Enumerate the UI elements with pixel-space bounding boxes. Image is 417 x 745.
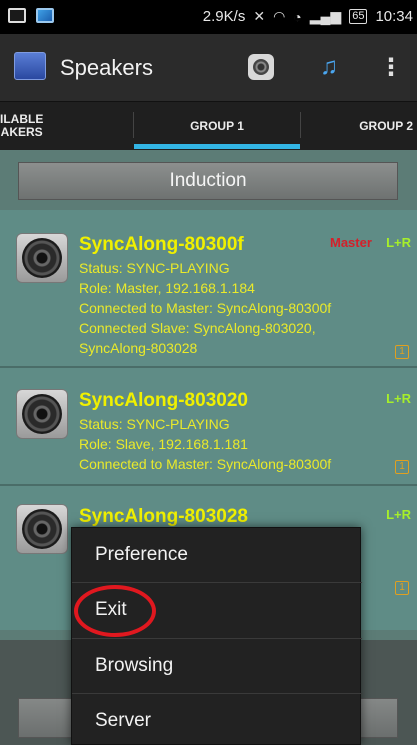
device-status: Status: SYNC-PLAYING — [79, 260, 230, 276]
speaker-device-icon — [16, 233, 68, 283]
tab-label: GROUP 1 — [190, 119, 244, 133]
menu-item-server[interactable]: Server — [72, 694, 362, 745]
device-slaves-cont: SyncAlong-803028 — [79, 340, 198, 356]
signal-icon: ▂▄▆ — [309, 8, 342, 24]
app-icon[interactable] — [14, 52, 46, 80]
channel-tag: L+R — [386, 391, 411, 406]
app-title: Speakers — [60, 55, 153, 80]
group-number-badge: 1 — [395, 460, 409, 474]
highlight-circle — [74, 585, 156, 637]
overflow-menu-icon: ⋮ — [379, 53, 403, 81]
gallery-icon — [36, 8, 54, 23]
tab-group-2[interactable]: GROUP 2 — [330, 102, 417, 150]
group-number-badge: 1 — [395, 345, 409, 359]
device-status: Status: SYNC-PLAYING — [79, 416, 230, 432]
tab-label: ILABLE AKERS — [0, 112, 44, 139]
tab-bar: ILABLE AKERS GROUP 1 GROUP 2 — [0, 102, 417, 150]
music-notes-icon: ♫ — [320, 53, 338, 80]
speaker-button[interactable] — [242, 50, 280, 84]
induction-button[interactable]: Induction — [18, 162, 398, 200]
action-bar: Speakers ♫ ⋮ — [0, 34, 417, 102]
status-bar: 2.9K/s ✕ ◠ ◔ ▂▄▆ 65 10:34 — [0, 0, 417, 34]
device-name: SyncAlong-803020 — [79, 390, 248, 411]
tab-divider — [300, 112, 301, 138]
master-tag: Master — [330, 235, 372, 250]
menu-item-preference[interactable]: Preference — [72, 528, 362, 582]
overflow-menu-button[interactable]: ⋮ — [372, 50, 410, 84]
mute-icon: ✕ — [253, 8, 266, 24]
device-role: Role: Master, 192.168.1.184 — [79, 280, 255, 296]
notification-icon — [8, 8, 26, 23]
speaker-icon — [248, 54, 274, 80]
network-speed: 2.9K/s — [202, 8, 246, 25]
tab-indicator — [134, 144, 300, 149]
speaker-device-icon — [16, 389, 68, 439]
menu-item-label: Preference — [95, 544, 188, 565]
speaker-card[interactable]: SyncAlong-80300f Master L+R Status: SYNC… — [0, 210, 417, 360]
group-number-badge: 1 — [395, 581, 409, 595]
menu-item-label: Server — [95, 710, 151, 731]
channel-tag: L+R — [386, 507, 411, 522]
music-button[interactable]: ♫ — [310, 50, 348, 84]
device-master: Connected to Master: SyncAlong-80300f — [79, 300, 332, 316]
device-name: SyncAlong-803028 — [79, 506, 248, 527]
device-name: SyncAlong-80300f — [79, 234, 244, 255]
speaker-device-icon — [16, 504, 68, 554]
tab-available-speakers[interactable]: ILABLE AKERS — [0, 102, 60, 150]
speaker-card[interactable]: SyncAlong-803020 L+R Status: SYNC-PLAYIN… — [0, 368, 417, 478]
device-master: Connected to Master: SyncAlong-80300f — [79, 456, 332, 472]
popup-menu: Preference Exit Browsing Server — [71, 527, 362, 745]
menu-item-browsing[interactable]: Browsing — [72, 639, 362, 693]
battery-icon: 65 — [349, 9, 368, 24]
tab-group-1[interactable]: GROUP 1 — [134, 102, 300, 150]
wifi-icon: ◠ — [273, 8, 286, 24]
channel-tag: L+R — [386, 235, 411, 250]
device-slaves: Connected Slave: SyncAlong-803020, — [79, 320, 316, 336]
menu-item-label: Browsing — [95, 655, 174, 676]
clock: 10:34 — [375, 8, 413, 25]
nfc-icon: ◔ — [293, 8, 302, 25]
device-role: Role: Slave, 192.168.1.181 — [79, 436, 248, 452]
tab-label: GROUP 2 — [359, 119, 413, 133]
